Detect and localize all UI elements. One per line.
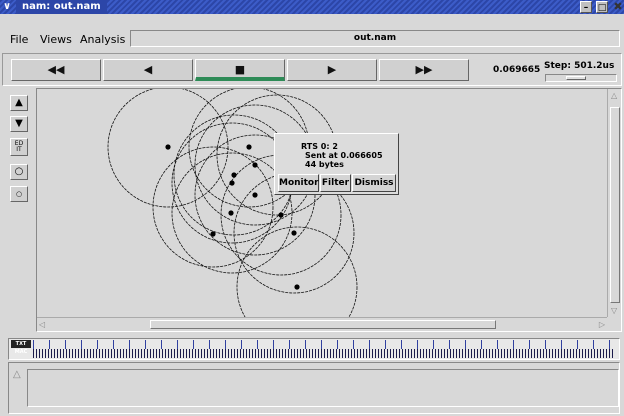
network-node[interactable] [165,144,171,150]
panel-scroll-up-icon[interactable]: △ [13,369,21,380]
vertical-scrollbar[interactable]: △ ▽ [607,89,621,317]
scroll-up-icon[interactable]: △ [611,91,617,100]
node-circle-icon[interactable]: ○ [10,164,28,180]
packet-sent-time: Sent at 0.066605 [305,151,383,160]
filename-display: out.nam [130,30,620,47]
time-readout: 0.069665 [493,65,541,75]
stop-button[interactable]: ■ [195,59,285,81]
step-label: Step: 501.2us [544,61,615,71]
nam-window: ∨ nam: out.nam – □ ✖ File Views Analysis… [0,0,624,416]
simulation-canvas[interactable]: △ ▽ ◁ ▷ [36,88,622,332]
network-node[interactable] [228,210,234,216]
scroll-right-icon[interactable]: ▷ [599,320,605,329]
title-bar: ∨ nam: out.nam – □ ✖ [0,0,624,14]
menu-analysis[interactable]: Analysis [80,33,125,46]
network-node[interactable] [278,212,284,218]
timeline-markers [33,340,615,349]
menu-file[interactable]: File [10,33,28,46]
network-node[interactable] [291,230,297,236]
maximize-button[interactable]: □ [596,1,608,13]
step-slider-thumb[interactable] [566,76,586,80]
zoom-in-icon[interactable]: ▲ [10,95,28,111]
zoom-out-icon[interactable]: ▼ [10,116,28,132]
network-node[interactable] [252,192,258,198]
menu-views[interactable]: Views [40,33,72,46]
window-menu-icon[interactable]: ∨ [3,0,11,14]
node-range-circle [236,226,358,317]
filter-button[interactable]: Filter [320,174,351,192]
scroll-left-icon[interactable]: ◁ [39,320,45,329]
packet-info-popup: RTS 0: 2 Sent at 0.066605 44 bytes Monit… [274,133,399,195]
packet-type-label: RTS 0: 2 [301,142,338,151]
timeline-label: TXT MAC [11,340,31,355]
scroll-down-icon[interactable]: ▽ [611,306,617,315]
edit-tool-icon[interactable]: ED IT [10,138,28,156]
network-node[interactable] [210,231,216,237]
vertical-scroll-thumb[interactable] [610,107,620,303]
network-node[interactable] [246,144,252,150]
network-node[interactable] [231,172,237,178]
annotation-panel: △ [8,362,620,414]
horizontal-scroll-thumb[interactable] [150,320,496,329]
packet-timeline[interactable]: TXT MAC [8,338,620,360]
fast-forward-button[interactable]: ▶▶ [379,59,469,81]
minimize-button[interactable]: – [580,1,592,13]
step-slider[interactable] [545,74,617,82]
horizontal-scrollbar[interactable]: ◁ ▷ [37,317,607,331]
packet-size: 44 bytes [305,160,344,169]
monitor-button[interactable]: Monitor [278,174,319,192]
network-node[interactable] [294,284,300,290]
network-node[interactable] [252,162,258,168]
network-node[interactable] [229,180,235,186]
playback-controls: ◀◀ ◀ ■ ▶ ▶▶ 0.069665 Step: 501.2us [2,53,622,86]
network-view[interactable] [37,89,607,317]
step-back-button[interactable]: ◀ [103,59,193,81]
dismiss-button[interactable]: Dismiss [352,174,396,192]
window-title: nam: out.nam [16,0,107,14]
close-button[interactable]: ✖ [612,1,624,13]
play-button[interactable]: ▶ [287,59,377,81]
timeline-ticks [33,349,615,358]
rewind-button[interactable]: ◀◀ [11,59,101,81]
annotation-text-area[interactable] [27,369,619,407]
node-small-icon[interactable]: ○ [10,186,28,202]
